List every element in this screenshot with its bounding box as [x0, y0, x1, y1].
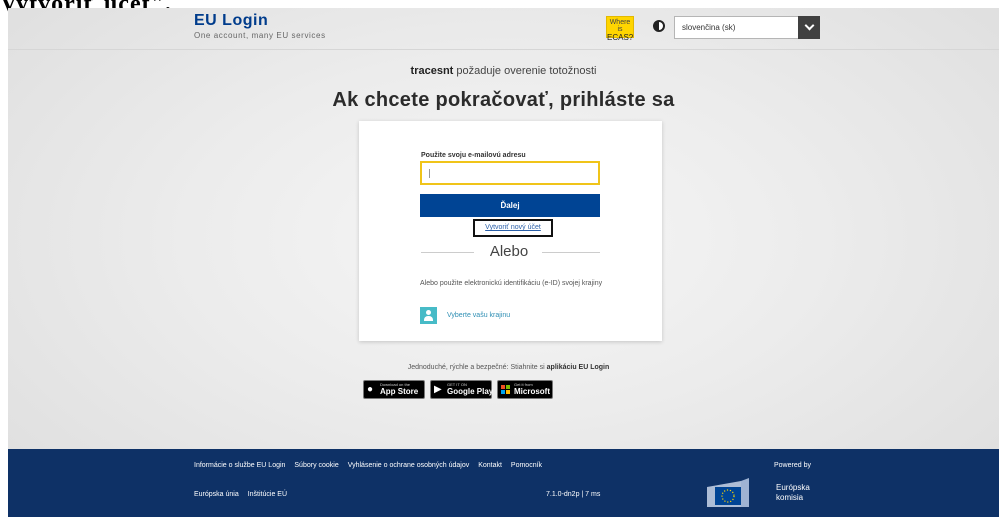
eid-description: Alebo použite elektronickú identifikáciu… [420, 280, 603, 287]
choose-country-label[interactable]: Vyberte vašu krajinu [447, 312, 510, 319]
footer-links: Informácie o službe EU Login Súbory cook… [194, 462, 549, 469]
next-button[interactable]: Ďalej [420, 194, 600, 217]
microsoft-label: Microsoft [514, 387, 550, 396]
language-select[interactable]: slovenčina (sk) [674, 16, 820, 39]
eu-login-page: EU Login One account, many EU services W… [8, 8, 999, 517]
apple-icon: ● [367, 384, 374, 395]
create-account-highlight: Vytvoriť nový účet [473, 219, 553, 237]
screen: Vytvoriť účet". EU Login One account, ma… [0, 0, 1001, 517]
ec-name: Európska komisia [776, 483, 810, 503]
request-info: tracesnt požaduje overenie totožnosti [8, 65, 999, 77]
text-caret [429, 169, 430, 178]
app-subtitle: One account, many EU services [194, 31, 326, 40]
google-play-badge[interactable]: ▶ GET IT ON Google Play [430, 380, 494, 399]
or-separator: Alebo [489, 243, 529, 260]
version-info: 7.1.0-dn2p | 7 ms [546, 491, 601, 498]
ecas-badge[interactable]: Where is ECAS? [606, 16, 634, 42]
ecas-small-text: Where is [609, 19, 631, 33]
app-promo: Jednoduché, rýchle a bezpečné: Stiahnite… [8, 364, 999, 371]
create-account-link[interactable]: Vytvoriť nový účet [475, 224, 551, 231]
promo-app-link[interactable]: aplikáciu EU Login [547, 364, 610, 371]
language-value: slovenčina (sk) [682, 23, 736, 32]
app-store-badge[interactable]: ● Download on the App Store [363, 380, 425, 399]
user-icon [420, 307, 437, 324]
microsoft-icon [501, 385, 511, 395]
footer-link-cookies[interactable]: Súbory cookie [294, 462, 338, 469]
email-label: Použite svoju e-mailovú adresu [421, 152, 526, 159]
ecas-big-text: ECAS? [607, 33, 634, 42]
footer-link-about[interactable]: Informácie o službe EU Login [194, 462, 285, 469]
request-text: požaduje overenie totožnosti [453, 65, 597, 77]
footer: Informácie o službe EU Login Súbory cook… [8, 449, 999, 517]
header: EU Login One account, many EU services W… [8, 8, 999, 50]
login-card: Použite svoju e-mailovú adresu Ďalej Vyt… [359, 121, 662, 341]
requester-name: tracesnt [410, 65, 454, 77]
ec-name-line1: Európska [776, 483, 810, 492]
footer-link-contact[interactable]: Kontakt [478, 462, 502, 469]
divider-right [542, 252, 600, 253]
microsoft-badge[interactable]: Get it from Microsoft [497, 380, 553, 399]
contrast-icon[interactable] [653, 20, 665, 32]
ec-name-line2: komisia [776, 493, 804, 502]
app-title[interactable]: EU Login [194, 12, 268, 30]
footer-link-institutions[interactable]: Inštitúcie EÚ [248, 491, 287, 498]
google-play-label: Google Play [447, 387, 494, 396]
divider-left [421, 252, 474, 253]
chevron-down-icon[interactable] [798, 16, 820, 39]
email-field[interactable] [420, 161, 600, 185]
google-play-icon: ▶ [434, 384, 442, 395]
powered-by: Powered by [774, 462, 811, 469]
footer-links-secondary: Európska únia Inštitúcie EÚ [194, 491, 294, 498]
footer-link-privacy[interactable]: Vyhlásenie o ochrane osobných údajov [348, 462, 470, 469]
footer-link-help[interactable]: Pomocník [511, 462, 542, 469]
app-store-label: App Store [380, 387, 419, 396]
footer-link-eu[interactable]: Európska únia [194, 491, 239, 498]
promo-text: Jednoduché, rýchle a bezpečné: Stiahnite… [407, 364, 547, 371]
page-title: Ak chcete pokračovať, prihláste sa [332, 89, 675, 111]
european-commission-logo[interactable] [705, 477, 775, 507]
